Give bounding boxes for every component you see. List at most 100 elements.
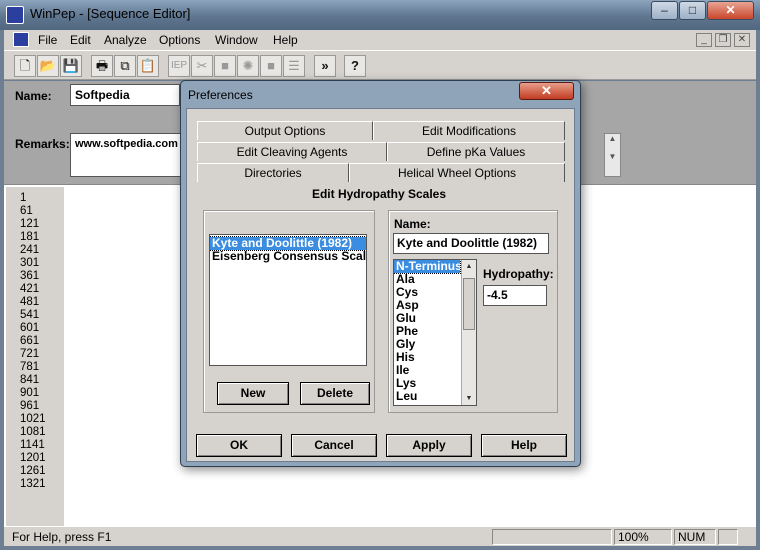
name-label: Name: (15, 89, 52, 103)
mdi-minimize-button[interactable]: _ (696, 33, 712, 47)
menu-help[interactable]: Help (273, 33, 298, 47)
name-input[interactable]: Softpedia (70, 84, 180, 106)
status-cell-empty2 (718, 529, 738, 545)
tab-edit-modifications[interactable]: Edit Modifications (373, 121, 565, 140)
paste-icon[interactable]: 📋 (137, 55, 159, 77)
scale-name-input[interactable]: Kyte and Doolittle (1982) (393, 233, 549, 254)
line-number: 841 (20, 374, 40, 386)
scroll-up-icon[interactable]: ▲ (462, 260, 476, 273)
mdi-close-button[interactable]: ✕ (734, 33, 750, 47)
dialog-body: Output Options Edit Modifications Edit C… (186, 108, 575, 462)
dialog-close-button[interactable]: ✕ (519, 82, 574, 100)
status-zoom: 100% (614, 529, 672, 545)
line-number: 721 (20, 348, 40, 360)
line-number: 241 (20, 244, 40, 256)
line-number: 301 (20, 257, 40, 269)
copy-icon[interactable]: ⧉ (114, 55, 136, 77)
tab-output-options[interactable]: Output Options (197, 121, 373, 140)
forward-icon[interactable]: » (314, 55, 336, 77)
menu-bar: File Edit Analyze Options Window Help _ … (4, 30, 756, 50)
line-number: 1261 (20, 465, 46, 477)
line-number: 121 (20, 218, 40, 230)
status-cell-empty (492, 529, 612, 545)
menu-edit[interactable]: Edit (70, 33, 91, 47)
tab-define-pka-values[interactable]: Define pKa Values (387, 142, 565, 161)
line-number: 1201 (20, 452, 46, 464)
scale-detail-group: Name: Kyte and Doolittle (1982) N-Termin… (388, 210, 558, 413)
save-icon[interactable]: 💾 (60, 55, 82, 77)
line-number: 961 (20, 400, 40, 412)
apply-button-label: Apply (412, 438, 446, 452)
tab-edit-cleaving-agents[interactable]: Edit Cleaving Agents (197, 142, 387, 161)
menu-options[interactable]: Options (159, 33, 200, 47)
menu-window[interactable]: Window (215, 33, 258, 47)
status-bar: For Help, press F1 100% NUM (4, 526, 756, 546)
delete-button-label: Delete (316, 386, 354, 400)
line-number: 481 (20, 296, 40, 308)
remarks-scrollbar[interactable]: ▲ ▼ (604, 133, 621, 177)
help-icon[interactable]: ? (344, 55, 366, 77)
maximize-button[interactable]: □ (679, 1, 706, 20)
remarks-input[interactable]: www.softpedia.com (70, 133, 188, 177)
print-icon[interactable]: 🖶 (91, 55, 113, 77)
help-button[interactable]: Help (481, 434, 567, 457)
menu-file[interactable]: File (38, 33, 57, 47)
preferences-dialog: Preferences ✕ Output Options Edit Modifi… (180, 80, 581, 467)
apply-button[interactable]: Apply (386, 434, 472, 457)
close-button[interactable]: ✕ (707, 1, 754, 20)
iep-button[interactable]: IEP (168, 55, 190, 77)
scroll-thumb[interactable] (463, 278, 475, 330)
line-number-gutter: 1 61 121 181 241 301 361 421 481 541 601… (6, 187, 64, 526)
menu-analyze[interactable]: Analyze (104, 33, 147, 47)
new-button-label: New (240, 386, 266, 400)
new-button[interactable]: New (217, 382, 289, 405)
line-number: 661 (20, 335, 40, 347)
mdi-restore-button[interactable]: ❐ (715, 33, 731, 47)
panel-title: Edit Hydropathy Scales (311, 187, 447, 201)
new-doc-icon[interactable]: 🗋 (14, 55, 36, 77)
line-number: 181 (20, 231, 40, 243)
cut-icon[interactable]: ✂ (191, 55, 213, 77)
app-icon (6, 6, 24, 24)
line-number: 361 (20, 270, 40, 282)
settings-icon[interactable]: ✺ (237, 55, 259, 77)
lines-icon[interactable]: ☰ (283, 55, 305, 77)
line-number: 601 (20, 322, 40, 334)
scales-listbox[interactable]: Kyte and Doolittle (1982) Eisenberg Cons… (209, 234, 367, 366)
hydropathy-input[interactable]: -4.5 (483, 285, 547, 306)
document-icon[interactable] (13, 32, 29, 47)
line-number: 421 (20, 283, 40, 295)
line-number: 1141 (20, 439, 45, 451)
list-item[interactable]: Eisenberg Consensus Scale ( (210, 250, 366, 263)
line-number: 1081 (20, 426, 46, 438)
block-icon[interactable]: ■ (214, 55, 236, 77)
hydropathy-tab-panel: Edit Hydropathy Scales Kyte and Doolittl… (189, 183, 569, 415)
hydropathy-label: Hydropathy: (483, 267, 554, 281)
help-button-label: Help (510, 438, 537, 452)
residue-listbox[interactable]: N-Terminus Ala Cys Asp Glu Phe Gly His I… (393, 259, 477, 406)
window-title: WinPep - [Sequence Editor] (30, 6, 191, 21)
ok-button[interactable]: OK (196, 434, 282, 457)
line-number: 61 (20, 205, 33, 217)
tab-helical-wheel-options[interactable]: Helical Wheel Options (349, 163, 565, 182)
open-folder-icon[interactable]: 📂 (37, 55, 59, 77)
line-number: 781 (20, 361, 40, 373)
line-number: 901 (20, 387, 40, 399)
dialog-title: Preferences (188, 88, 253, 102)
status-text: For Help, press F1 (12, 530, 112, 544)
line-number: 1 (20, 192, 27, 204)
scroll-down-icon[interactable]: ▼ (462, 392, 476, 405)
line-number: 541 (20, 309, 40, 321)
scales-group: Kyte and Doolittle (1982) Eisenberg Cons… (203, 210, 375, 413)
line-number: 1321 (20, 478, 46, 490)
line-number: 1021 (20, 413, 46, 425)
minimize-button[interactable]: – (651, 1, 678, 20)
residue-scrollbar[interactable]: ▲ ▼ (461, 260, 476, 405)
remarks-label: Remarks: (15, 137, 70, 151)
tab-directories[interactable]: Directories (197, 163, 349, 182)
delete-button[interactable]: Delete (300, 382, 370, 405)
scale-name-label: Name: (394, 217, 431, 231)
cancel-button[interactable]: Cancel (291, 434, 377, 457)
toolbar: 🗋 📂 💾 🖶 ⧉ 📋 IEP ✂ ■ ✺ ■ ☰ » ? (4, 50, 756, 80)
block2-icon[interactable]: ■ (260, 55, 282, 77)
